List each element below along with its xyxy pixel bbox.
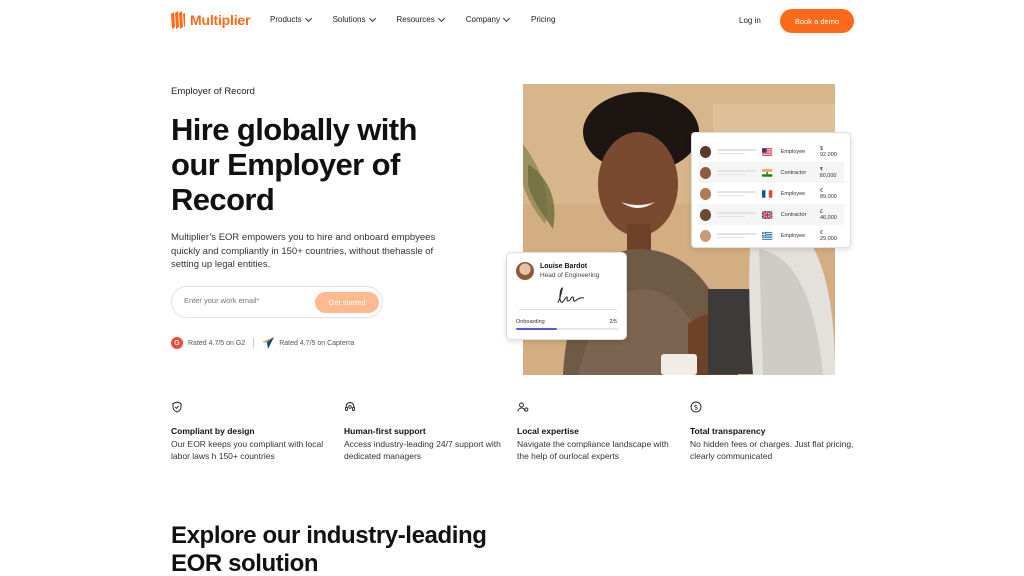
onboarding-progress-bar (516, 328, 619, 330)
nav-links: Products Solutions Resources Company Pri… (270, 14, 555, 24)
name-placeholder (717, 147, 757, 156)
feature-description: Access industry-leading 24/7 support wit… (344, 439, 501, 461)
nav-pricing[interactable]: Pricing (531, 15, 555, 24)
dollar-icon: $ (690, 401, 702, 413)
work-email-input[interactable] (184, 296, 304, 305)
employee-row: Employee € 29,000 (698, 225, 844, 246)
employee-row: Employee € 89,000 (698, 183, 844, 204)
france-flag-icon (762, 189, 773, 198)
avatar (700, 208, 712, 221)
nav-products[interactable]: Products (270, 14, 312, 24)
employment-type: Contractor (780, 211, 807, 218)
us-flag-icon (762, 147, 773, 156)
name-placeholder (717, 231, 757, 240)
nav-resources[interactable]: Resources (396, 14, 445, 24)
feature-description: No hidden fees or charges. Just flat pri… (690, 439, 854, 461)
onboarding-count: 2/5 (609, 319, 617, 325)
employment-type: Contractor (780, 169, 807, 176)
top-nav: Multiplier Products Solutions Resources … (0, 0, 1024, 42)
employee-row: Employee $ 92,000 (698, 141, 844, 162)
support-icon (345, 401, 355, 411)
local-expertise-icon (517, 402, 529, 412)
get-started-button[interactable]: Get started (315, 292, 379, 313)
signature-line (519, 309, 617, 310)
salary: $ 92,000 (820, 145, 837, 158)
onboarding-progress-fill (516, 328, 558, 330)
nav-solutions-label: Solutions (332, 15, 366, 24)
shield-icon (172, 401, 182, 413)
chevron-down-icon (502, 14, 511, 22)
nav-resources-label: Resources (396, 15, 435, 24)
chevron-down-icon (437, 14, 445, 22)
salary: ₹ 80,000 (819, 166, 837, 179)
avatar (516, 262, 534, 280)
chevron-down-icon (304, 14, 312, 22)
feature-local-expertise: Local expertise Navigate the compliance … (517, 400, 682, 462)
multiplier-logo-icon (171, 11, 185, 29)
signature-icon (557, 287, 585, 304)
ratings-row: G Rated 4.7/5 on G2 Rated 4.7/5 on Capte… (171, 337, 354, 349)
hero-eyebrow: Employer of Record (171, 86, 255, 97)
book-demo-button[interactable]: Book a demo (780, 9, 854, 33)
feature-compliant: Compliant by design Our EOR keeps you co… (171, 400, 336, 462)
rating-capterra[interactable]: Rated 4.7/5 on Capterra (279, 340, 354, 347)
feature-title: Compliant by design (171, 426, 255, 436)
onboarding-card: Louise Bardot Head of Engineering Onboar… (506, 252, 627, 340)
name-placeholder (717, 168, 757, 177)
employee-row: Contractor ₹ 80,000 (698, 162, 844, 183)
name-placeholder (717, 210, 757, 219)
avatar (700, 145, 712, 158)
salary: € 89,000 (820, 187, 837, 200)
feature-title: Human-first support (344, 426, 426, 436)
svg-text:$: $ (694, 404, 698, 412)
feature-description: Our EOR keeps you compliant with local l… (171, 439, 324, 461)
greece-flag-icon (762, 231, 773, 240)
onboarding-label: Onboarding (516, 319, 545, 325)
employment-type: Employee (780, 232, 806, 239)
rating-g2[interactable]: Rated 4.7/5 on G2 (188, 340, 245, 347)
feature-transparency: $ Total transparency No hidden fees or c… (690, 400, 855, 462)
employee-payroll-card: Employee $ 92,000 Contractor ₹ 80,000 Em… (691, 132, 851, 248)
employment-type: Employee (780, 148, 806, 155)
avatar (700, 187, 712, 200)
avatar (700, 229, 712, 242)
india-flag-icon (762, 168, 773, 177)
capterra-icon (262, 337, 275, 349)
nav-solutions[interactable]: Solutions (332, 14, 376, 24)
brand-logo[interactable]: Multiplier (170, 10, 250, 30)
employment-type: Employee (780, 190, 806, 197)
avatar (700, 166, 712, 179)
employee-row: Contractor £ 46,000 (698, 204, 844, 225)
explore-heading: Explore our industry-leading EOR solutio… (171, 522, 487, 576)
email-signup-form: Get started (171, 286, 383, 318)
name-placeholder (717, 189, 757, 198)
hero-description: Multiplier’s EOR empowers you to hire an… (171, 232, 436, 270)
feature-support: Human-first support Access industry-lead… (344, 400, 509, 462)
nav-company-label: Company (465, 15, 500, 24)
nav-products-label: Products (270, 15, 302, 24)
divider (253, 338, 255, 348)
onboarding-role: Head of Engineering (540, 272, 600, 279)
salary: £ 46,000 (820, 208, 837, 221)
feature-description: Navigate the compliance landscape with t… (517, 439, 669, 461)
nav-company[interactable]: Company (465, 14, 511, 24)
chevron-down-icon (368, 14, 376, 22)
hero-title: Hire globally with our Employer of Recor… (171, 112, 417, 217)
brand-name: Multiplier (190, 12, 251, 28)
feature-title: Total transparency (690, 426, 766, 436)
onboarding-name: Louise Bardot (540, 263, 588, 270)
login-link[interactable]: Log in (739, 16, 761, 25)
feature-title: Local expertise (517, 426, 579, 436)
salary: € 29,000 (820, 229, 837, 242)
g2-icon: G (171, 337, 183, 349)
uk-flag-icon (762, 210, 773, 219)
nav-pricing-label: Pricing (531, 15, 556, 24)
